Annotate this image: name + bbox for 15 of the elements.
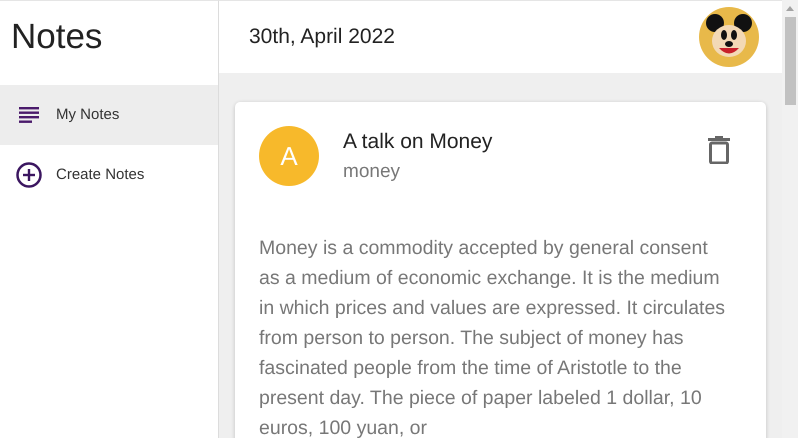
cartoon-avatar-icon[interactable] (699, 7, 759, 67)
app-title: Notes (10, 16, 104, 58)
note-category: money (343, 160, 402, 184)
sidebar-item[interactable]: My Notes (0, 85, 218, 145)
scrollbar[interactable] (782, 0, 798, 438)
date-text: 30th, April 2022 (249, 24, 395, 50)
note-body: Money is a commodity accepted by general consent as a medium of economic exchange. It is the medium in which prices and values are expressed. It circulates from person to person. The subject of money has fascinated people from the time of Aristotle to the present day. The piece of paper labeled 1 dollar, 10 euros, 100 yuan, or (259, 236, 726, 438)
scroll-up-icon[interactable] (786, 6, 794, 11)
trash-icon (708, 136, 730, 164)
add-circle-icon (16, 162, 42, 188)
list-icon (19, 107, 39, 123)
delete-button[interactable] (708, 136, 730, 164)
note-title: A talk on Money (343, 129, 494, 155)
scrollbar-thumb[interactable] (784, 17, 796, 105)
initial-avatar: A (259, 126, 319, 186)
